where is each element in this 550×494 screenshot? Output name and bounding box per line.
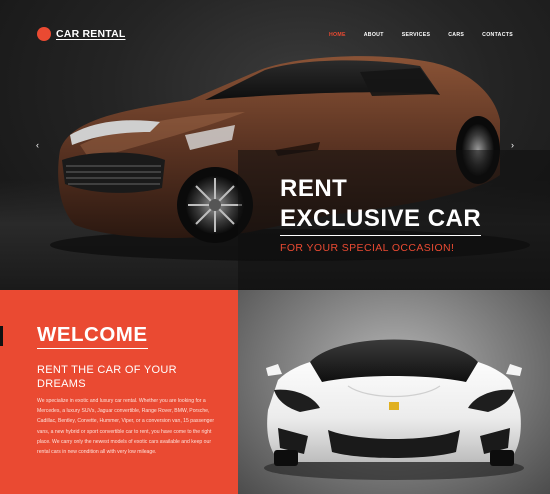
slider-next-arrow-icon[interactable]: ›: [511, 140, 514, 150]
nav-about[interactable]: ABOUT: [364, 32, 384, 38]
main-nav: HOME ABOUT SERVICES CARS CONTACTS: [311, 32, 513, 38]
nav-contacts[interactable]: CONTACTS: [482, 32, 513, 38]
welcome-panel: WELCOME RENT THE CAR OF YOUR DREAMS We s…: [0, 290, 238, 494]
nav-services[interactable]: SERVICES: [402, 32, 431, 38]
white-car-panel: [238, 290, 550, 494]
white-sports-car-image: [264, 339, 524, 480]
hero-slider: CAR RENTAL HOME ABOUT SERVICES CARS CONT…: [0, 0, 550, 290]
welcome-accent-bar: [0, 326, 3, 346]
hero-title: RENT EXCLUSIVE CAR: [280, 174, 482, 236]
slider-prev-arrow-icon[interactable]: ‹: [36, 140, 39, 150]
welcome-subtitle: RENT THE CAR OF YOUR DREAMS: [37, 364, 177, 390]
nav-home[interactable]: HOME: [329, 32, 346, 38]
site-header: CAR RENTAL HOME ABOUT SERVICES CARS CONT…: [0, 0, 550, 70]
welcome-body-text: We specialize in exotic and luxury car r…: [37, 398, 215, 456]
logo[interactable]: CAR RENTAL: [37, 27, 125, 41]
hero-subtitle: FOR YOUR SPECIAL OCCASION!: [280, 242, 455, 254]
logo-text: CAR RENTAL: [56, 28, 126, 40]
hero-title-line2: EXCLUSIVE CAR: [280, 204, 482, 236]
nav-cars[interactable]: CARS: [448, 32, 464, 38]
logo-circle-icon: [37, 27, 51, 41]
hero-title-line1: RENT: [280, 175, 348, 202]
welcome-title: WELCOME: [37, 323, 148, 349]
